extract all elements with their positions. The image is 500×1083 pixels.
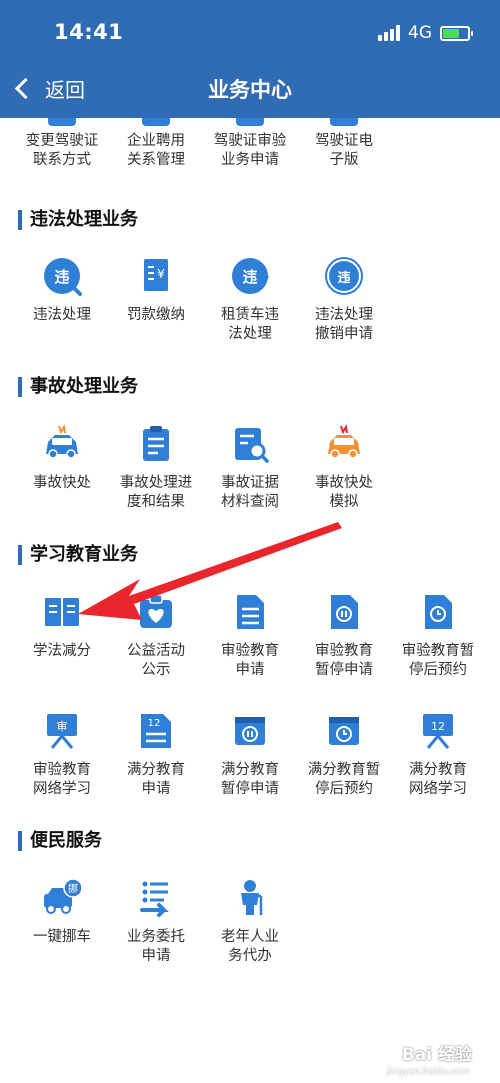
- watermark-url: jingyan.baidu.com: [386, 1067, 470, 1077]
- annotation-arrow: [78, 522, 342, 620]
- watermark-logo: Bai 经验: [401, 1045, 472, 1065]
